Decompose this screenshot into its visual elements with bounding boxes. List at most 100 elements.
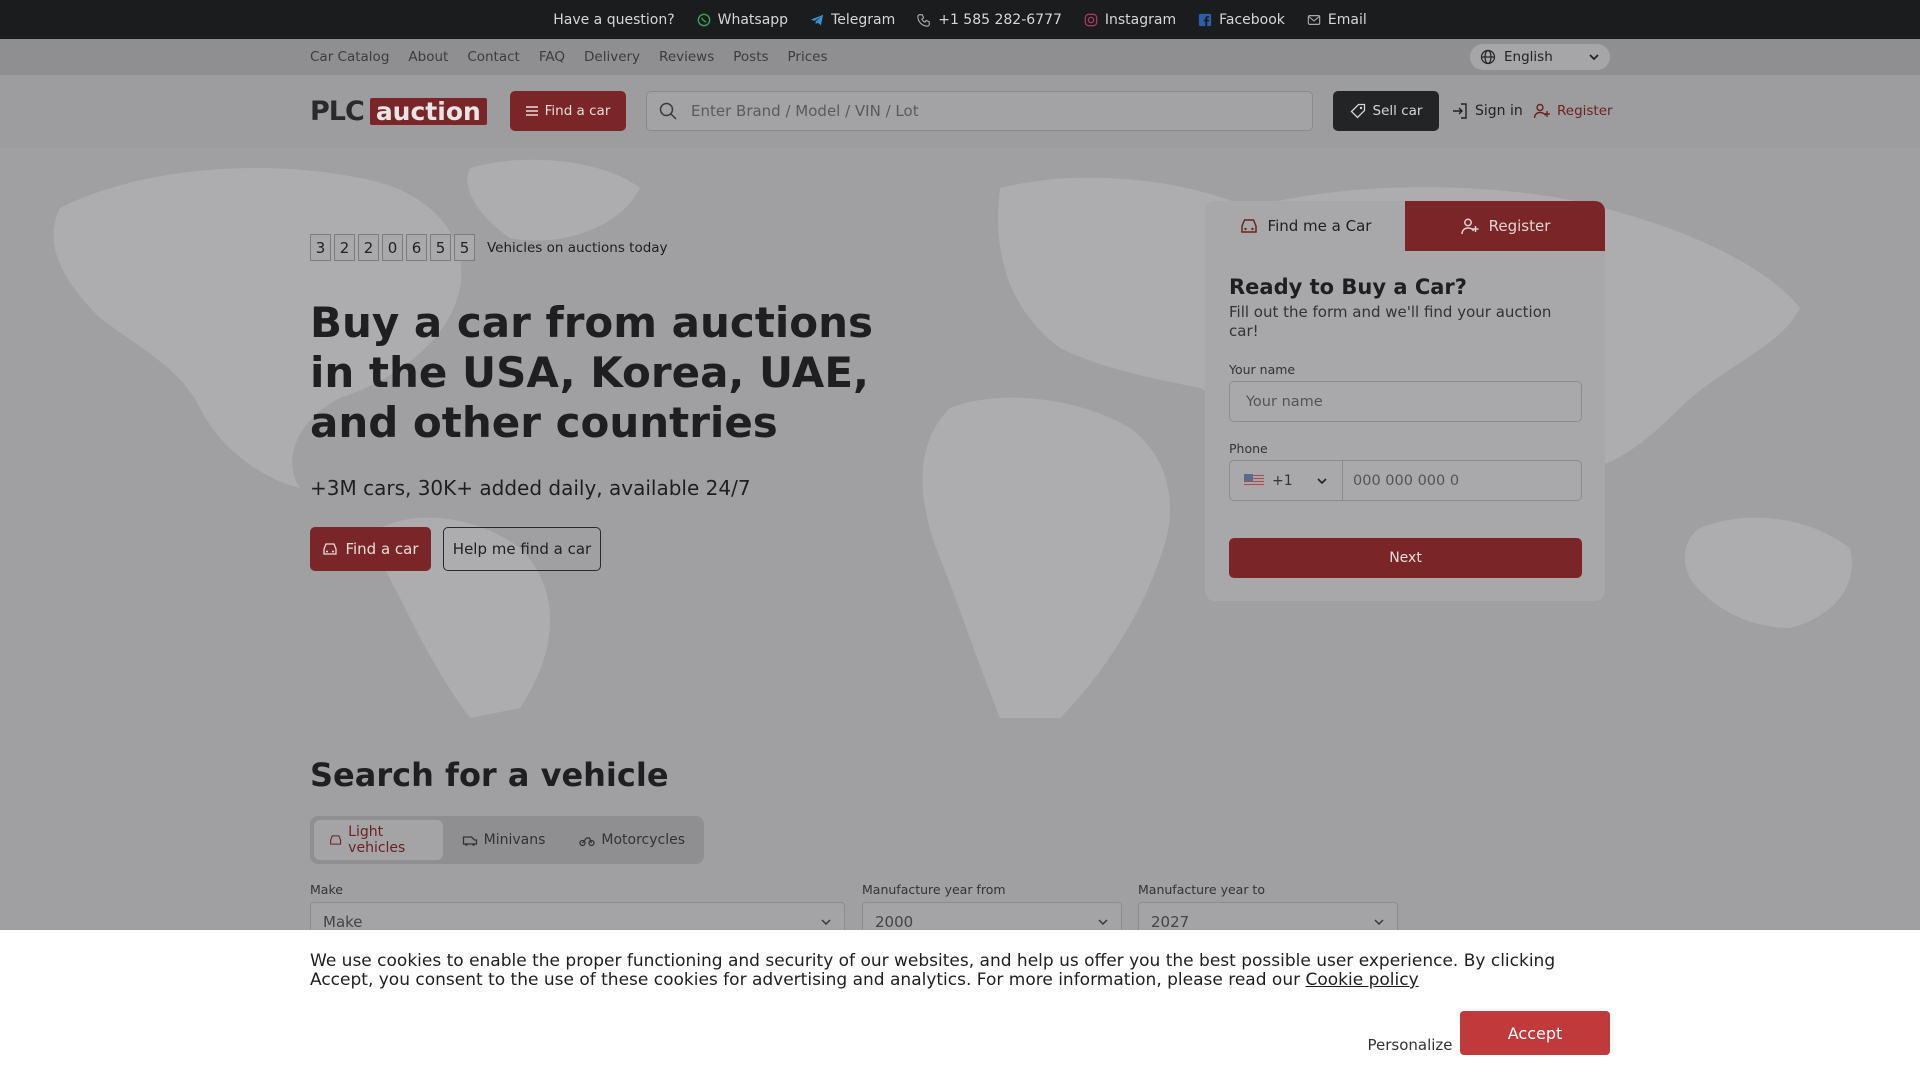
search-icon bbox=[659, 102, 677, 120]
add-user-icon bbox=[1533, 103, 1550, 119]
hero-subtitle: +3M cars, 30K+ added daily, available 24… bbox=[310, 476, 751, 500]
cookie-banner: We use cookies to enable the proper func… bbox=[0, 930, 1920, 1080]
nav-car-catalog[interactable]: Car Catalog bbox=[310, 49, 389, 65]
phone-input[interactable]: 000 000 000 0 bbox=[1343, 473, 1459, 489]
whatsapp-label: Whatsapp bbox=[717, 11, 789, 28]
car-icon bbox=[1240, 219, 1257, 233]
nav-faq[interactable]: FAQ bbox=[539, 49, 565, 65]
search-input[interactable]: Enter Brand / Model / VIN / Lot bbox=[691, 102, 919, 120]
vehicle-search-title: Search for a vehicle bbox=[310, 756, 669, 794]
nav-reviews[interactable]: Reviews bbox=[659, 49, 714, 65]
register-label: Register bbox=[1557, 103, 1613, 119]
phone-icon bbox=[917, 13, 931, 27]
chevron-down-icon bbox=[1317, 477, 1327, 484]
counter-digit: 6 bbox=[406, 234, 427, 261]
world-map-image bbox=[53, 159, 1852, 718]
phone-label: Phone bbox=[1229, 441, 1268, 456]
car-icon bbox=[323, 543, 338, 555]
name-placeholder: Your name bbox=[1246, 393, 1323, 410]
accept-button[interactable]: Accept bbox=[1460, 1011, 1610, 1055]
nav-about[interactable]: About bbox=[408, 49, 448, 65]
email-link[interactable]: Email bbox=[1307, 12, 1367, 28]
personalize-button[interactable]: Personalize bbox=[1340, 1023, 1480, 1067]
phone-link[interactable]: +1 585 282-6777 bbox=[917, 12, 1062, 28]
year-from-label: Manufacture year from bbox=[862, 882, 1006, 897]
contact-bar: Have a question? Whatsapp Telegram +1 58… bbox=[0, 0, 1920, 39]
globe-icon bbox=[1480, 49, 1496, 65]
language-selector[interactable]: English bbox=[1470, 44, 1610, 70]
tag-icon bbox=[1350, 103, 1365, 119]
phone-label: +1 585 282-6777 bbox=[938, 11, 1062, 28]
country-code-select[interactable]: +1 bbox=[1230, 461, 1343, 500]
next-button[interactable]: Next bbox=[1229, 538, 1582, 578]
facebook-icon bbox=[1199, 13, 1212, 26]
logo[interactable]: PLC auction bbox=[310, 96, 487, 127]
telegram-icon bbox=[810, 14, 824, 25]
cookie-policy-link[interactable]: Cookie policy bbox=[1306, 970, 1419, 990]
chevron-down-icon bbox=[1374, 919, 1384, 925]
nav-delivery[interactable]: Delivery bbox=[584, 49, 640, 65]
tab-light-vehicles-label: Light vehicles bbox=[348, 824, 406, 856]
make-placeholder: Make bbox=[323, 913, 363, 931]
sign-in-icon bbox=[1453, 103, 1467, 119]
sell-car-label: Sell car bbox=[1372, 103, 1423, 119]
question-text: Have a question? bbox=[553, 11, 675, 28]
main-header: PLC auction Find a car Enter Brand / Mod… bbox=[0, 75, 1920, 148]
sell-car-button[interactable]: Sell car bbox=[1333, 91, 1439, 131]
vehicle-type-tabs: Light vehicles Minivans Motorcycles bbox=[310, 816, 704, 864]
tab-motorcycles-label: Motorcycles bbox=[601, 832, 685, 848]
year-to-value: 2027 bbox=[1151, 913, 1190, 931]
hero-section: 3 2 2 0 6 5 5 Vehicles on auctions today… bbox=[0, 148, 1920, 718]
name-label: Your name bbox=[1229, 362, 1296, 377]
find-car-menu-button[interactable]: Find a car bbox=[510, 91, 626, 131]
menu-icon bbox=[525, 106, 538, 116]
tab-light-vehicles[interactable]: Light vehicles bbox=[314, 820, 443, 860]
counter-digit: 5 bbox=[454, 234, 475, 261]
nav-posts[interactable]: Posts bbox=[733, 49, 768, 65]
tab-register[interactable]: Register bbox=[1405, 201, 1605, 251]
chevron-down-icon bbox=[821, 919, 831, 925]
sign-in-link[interactable]: Sign in bbox=[1451, 102, 1523, 120]
vehicle-counter: 3 2 2 0 6 5 5 Vehicles on auctions today bbox=[310, 234, 668, 261]
counter-label: Vehicles on auctions today bbox=[487, 239, 668, 256]
counter-digit: 2 bbox=[358, 234, 379, 261]
counter-digit: 5 bbox=[430, 234, 451, 261]
car-icon bbox=[330, 835, 342, 845]
hero-find-car-label: Find a car bbox=[345, 540, 419, 558]
counter-digit: 3 bbox=[310, 234, 331, 261]
year-to-label: Manufacture year to bbox=[1138, 882, 1265, 897]
search-bar[interactable]: Enter Brand / Model / VIN / Lot bbox=[646, 91, 1313, 131]
facebook-label: Facebook bbox=[1219, 11, 1285, 28]
us-flag-icon bbox=[1244, 474, 1264, 487]
language-label: English bbox=[1504, 49, 1553, 65]
email-label: Email bbox=[1327, 11, 1367, 28]
year-from-value: 2000 bbox=[875, 913, 914, 931]
tab-find-me-a-car[interactable]: Find me a Car bbox=[1205, 201, 1405, 251]
secondary-nav: Car Catalog About Contact FAQ Delivery R… bbox=[0, 39, 1920, 75]
add-user-icon bbox=[1460, 218, 1479, 235]
hero-find-car-button[interactable]: Find a car bbox=[310, 527, 431, 571]
whatsapp-link[interactable]: Whatsapp bbox=[697, 12, 788, 28]
nav-contact[interactable]: Contact bbox=[467, 49, 520, 65]
counter-digit: 0 bbox=[382, 234, 403, 261]
whatsapp-icon bbox=[697, 13, 710, 26]
sign-in-label: Sign in bbox=[1475, 103, 1523, 119]
logo-auction: auction bbox=[369, 97, 487, 125]
nav-prices[interactable]: Prices bbox=[788, 49, 828, 65]
tab-register-label: Register bbox=[1488, 217, 1551, 235]
tab-minivans[interactable]: Minivans bbox=[447, 820, 561, 860]
form-body: Ready to Buy a Car? Fill out the form an… bbox=[1205, 251, 1605, 601]
instagram-icon bbox=[1084, 13, 1098, 26]
facebook-link[interactable]: Facebook bbox=[1198, 12, 1285, 28]
tab-minivans-label: Minivans bbox=[483, 832, 546, 848]
vehicle-search-section: Search for a vehicle Light vehicles Mini… bbox=[0, 718, 1920, 942]
tab-motorcycles[interactable]: Motorcycles bbox=[564, 820, 700, 860]
telegram-link[interactable]: Telegram bbox=[810, 12, 895, 28]
counter-digit: 2 bbox=[334, 234, 355, 261]
cookie-text: We use cookies to enable the proper func… bbox=[310, 952, 1610, 990]
help-find-car-button[interactable]: Help me find a car bbox=[443, 527, 601, 571]
name-field[interactable]: Your name bbox=[1229, 381, 1582, 422]
form-title: Ready to Buy a Car? bbox=[1229, 275, 1467, 299]
instagram-link[interactable]: Instagram bbox=[1084, 12, 1176, 28]
register-link[interactable]: Register bbox=[1533, 102, 1613, 120]
